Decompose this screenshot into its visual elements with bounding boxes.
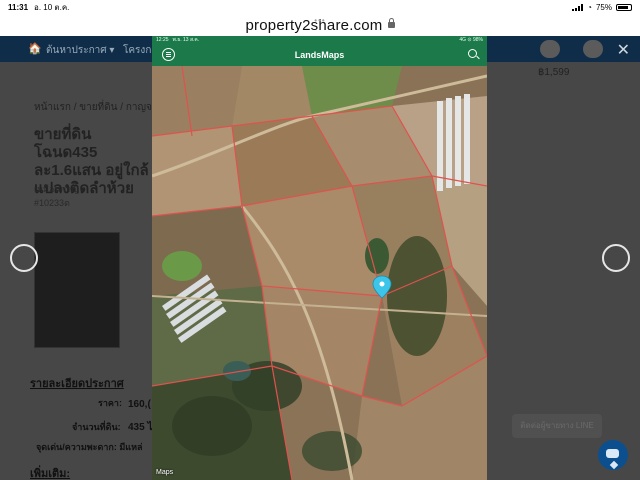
close-lightbox-button[interactable]: ✕ <box>617 40 630 60</box>
phone-time: 12:25 <box>156 37 169 43</box>
contact-seller-button[interactable]: ติดต่อผู้ขายทาง LINE <box>512 414 602 438</box>
listing-location: เหมือนกาญ <box>34 184 79 194</box>
browser-address-bar[interactable]: ••• property2share.com <box>0 14 640 36</box>
browser-menu-dots[interactable]: ••• <box>0 16 640 25</box>
landsmaps-app-bar: LandsMaps <box>152 44 487 66</box>
lock-icon <box>387 18 395 28</box>
status-icons: ◔ 75% <box>572 3 632 12</box>
maps-attribution: Maps <box>156 469 174 476</box>
hamburger-menu-icon[interactable] <box>162 48 175 61</box>
tree-cluster <box>365 238 389 274</box>
field-patch <box>152 66 242 136</box>
next-image-button[interactable] <box>602 244 630 272</box>
forest-patch <box>387 236 447 356</box>
battery-icon <box>616 3 632 11</box>
wifi-icon: ◔ <box>587 2 592 12</box>
area-label: จำนวนที่ดิน: <box>72 422 121 432</box>
nav-projects[interactable]: โครงก <box>123 43 151 58</box>
nav-search-listings[interactable]: ต้นหาประกาศ ▾ <box>46 43 114 58</box>
date: อ. 10 ต.ค. <box>34 2 70 12</box>
pond <box>223 361 251 381</box>
forest-patch <box>172 396 252 456</box>
lightbox-image[interactable]: 12:25 พ.ธ. 13 ส.ค. 4G ⊙ 98% LandsMaps Ma… <box>152 36 487 480</box>
flag-icon[interactable] <box>540 40 560 58</box>
device-status-bar: 11:31 อ. 10 ต.ค. ◔ 75% <box>0 0 640 14</box>
home-icon[interactable]: 🏠 <box>28 42 42 55</box>
more-heading: เพิ่มเติม: <box>30 468 71 480</box>
price-badge: ฿1,599 <box>538 67 570 78</box>
details-heading: รายละเอียดประกาศ <box>30 378 124 390</box>
phone-date: พ.ธ. 13 ส.ค. <box>172 37 200 43</box>
phone-status-bar: 12:25 พ.ธ. 13 ส.ค. 4G ⊙ 98% <box>152 36 487 44</box>
cellular-signal-icon <box>572 3 584 11</box>
clock: 11:31 <box>8 2 29 12</box>
website-background: 🏠 ต้นหาประกาศ ▾ โครงก ✕ ฿1,599 หน้าแรก /… <box>0 36 640 480</box>
previous-image-button[interactable] <box>10 244 38 272</box>
user-avatar[interactable] <box>583 40 603 58</box>
search-icon[interactable] <box>468 49 477 58</box>
breadcrumb[interactable]: หน้าแรก / ขายที่ดิน / กาญจน <box>34 100 159 115</box>
app-title: LandsMaps <box>294 50 345 60</box>
satellite-map[interactable] <box>152 66 487 480</box>
listing-thumbnail[interactable] <box>34 232 120 348</box>
area-value: 435 ไ <box>128 422 153 433</box>
feature-label: จุดเด่น/ความพะดาก: มีแหล่ <box>36 442 143 452</box>
price-value: 160,( <box>128 399 151 410</box>
green-field <box>162 251 202 281</box>
listing-id: #10233ต <box>34 198 70 208</box>
forest-patch <box>302 431 362 471</box>
battery-percent: 75% <box>595 2 612 12</box>
phone-signal: 4G ⊙ 98% <box>459 37 483 43</box>
price-label: ราคา: <box>98 398 122 408</box>
